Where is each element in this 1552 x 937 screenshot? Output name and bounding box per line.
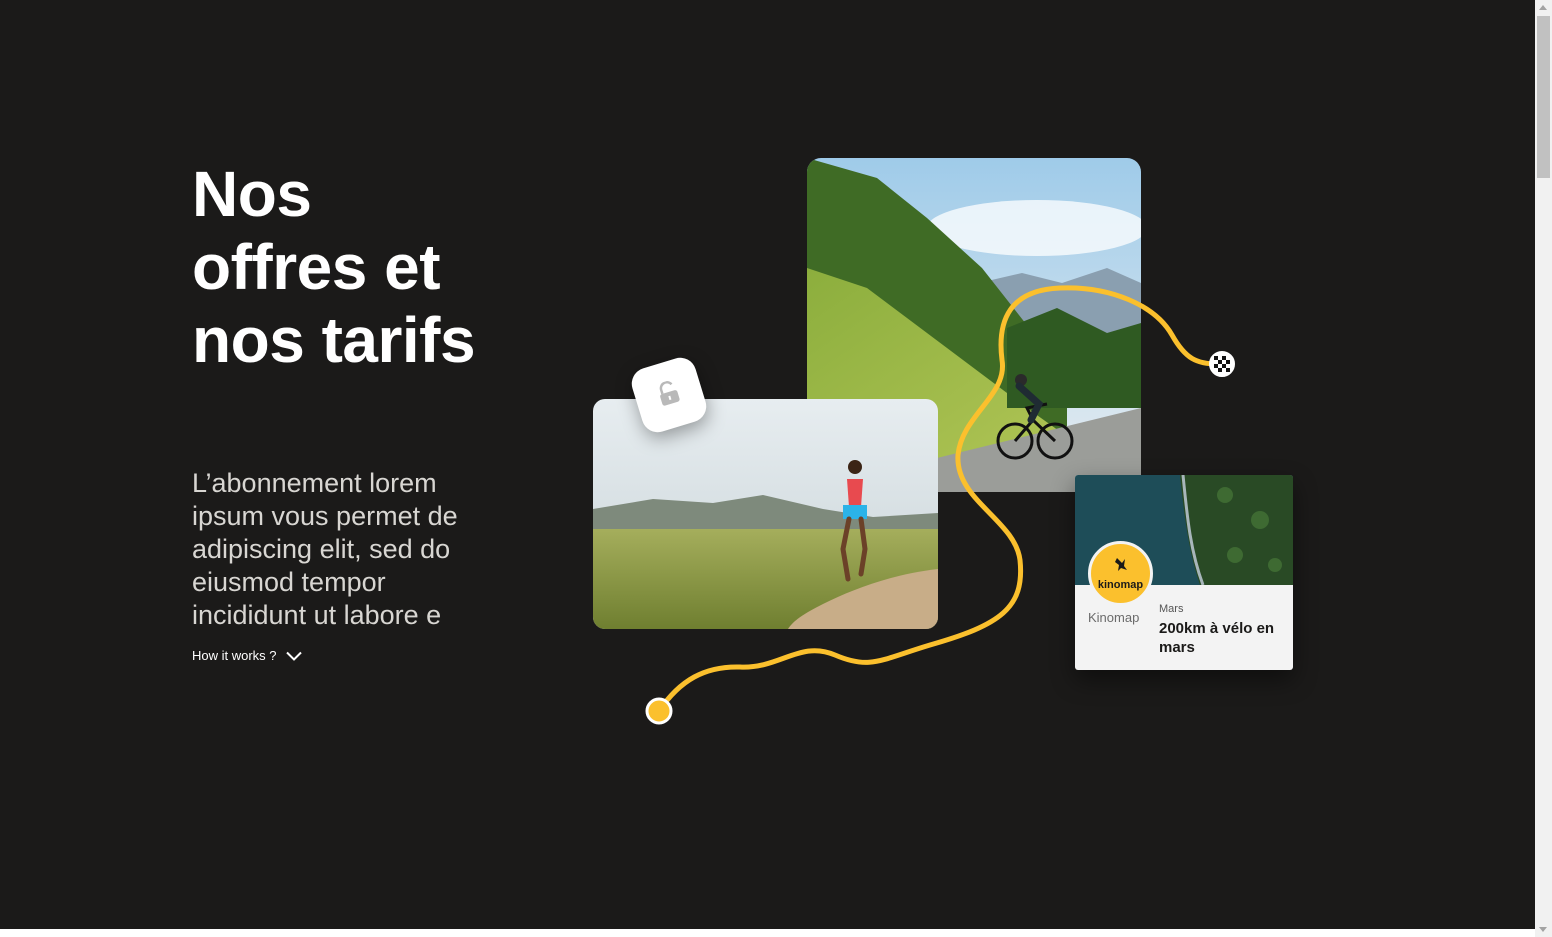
brand-name: Kinomap (1088, 610, 1140, 625)
activity-card[interactable]: kinomap Kinomap Mars 200km à vélo en mar… (1075, 475, 1293, 670)
page-bottom-edge (0, 929, 1535, 937)
how-it-works-label: How it works ? (192, 648, 277, 663)
page-title: Nos offres et nos tarifs (192, 158, 476, 376)
hero-description: L’abonnement lorem ipsum vous permet de … (192, 468, 458, 630)
activity-month: Mars (1159, 603, 1184, 615)
how-it-works-link[interactable]: How it works ? (192, 648, 302, 663)
scrollbar-thumb[interactable] (1537, 16, 1550, 178)
unlocked-padlock-icon (654, 378, 684, 412)
checkered-flag-icon (1209, 351, 1235, 377)
scroll-down-arrow-icon[interactable] (1539, 927, 1547, 932)
vertical-scrollbar[interactable] (1535, 0, 1552, 937)
runner-photo (593, 399, 938, 629)
activity-title: 200km à vélo en mars (1159, 620, 1275, 656)
bird-logo-icon (1113, 557, 1129, 578)
kinomap-wordmark: kinomap (1097, 578, 1144, 591)
route-start-dot-icon (645, 697, 673, 725)
kinomap-logo: kinomap (1088, 541, 1153, 606)
scroll-up-arrow-icon[interactable] (1539, 5, 1547, 10)
chevron-down-icon (285, 651, 302, 661)
offers-hero-page: Nos offres et nos tarifs L’abonnement lo… (0, 0, 1535, 937)
